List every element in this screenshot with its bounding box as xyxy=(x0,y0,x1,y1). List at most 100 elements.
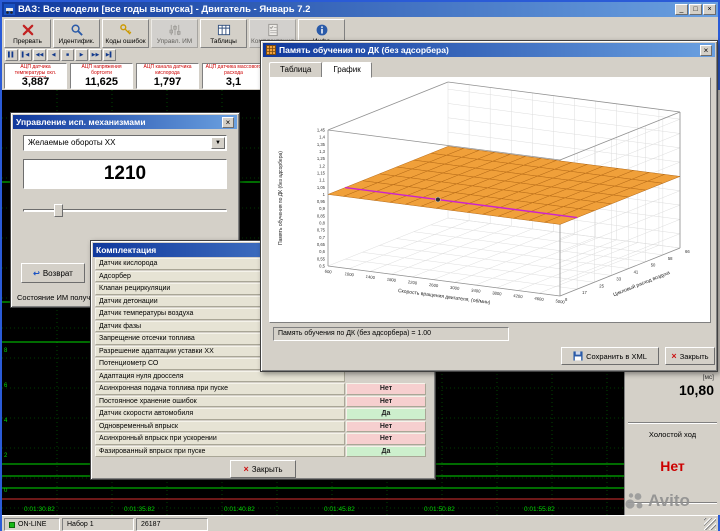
toolbar-button-error-codes[interactable]: Коды ошибок xyxy=(102,19,149,48)
toolbar-button-actuators[interactable]: Управл. ИМ xyxy=(151,19,198,48)
equipment-row-value: Нет xyxy=(346,396,426,408)
gauge-value: 1,797 xyxy=(137,77,198,88)
memory-tab-2[interactable]: График xyxy=(322,62,371,78)
window-title: ВАЗ: Все модели [все годы выпуска] - Дви… xyxy=(18,4,310,15)
svg-text:0:01:30.82: 0:01:30.82 xyxy=(24,506,55,513)
toolbar-button-label: Таблицы xyxy=(210,38,237,45)
rpm-slider[interactable] xyxy=(23,203,227,218)
actuator-select[interactable]: Желаемые обороты ХХ ▼ xyxy=(23,135,227,151)
connection-status: ON-LINE xyxy=(18,519,46,530)
play-back-button[interactable]: ◀ xyxy=(47,49,60,61)
memory-tab-1[interactable]: Таблица xyxy=(269,62,322,78)
toolbar-button-stop[interactable]: Прервать xyxy=(4,19,51,48)
svg-text:0,95: 0,95 xyxy=(317,199,326,204)
svg-text:1,1: 1,1 xyxy=(319,178,325,183)
svg-text:33: 33 xyxy=(616,276,621,281)
svg-text:0,9: 0,9 xyxy=(319,206,325,211)
stop-icon xyxy=(21,23,35,37)
fast-forward-button[interactable]: ▶▶ xyxy=(89,49,102,61)
memory-dialog-close-button[interactable]: × xyxy=(700,45,712,56)
minimize-button[interactable]: _ xyxy=(675,4,688,15)
svg-text:58: 58 xyxy=(668,256,673,261)
equipment-row-value: Нет xyxy=(346,383,426,395)
toolbar-button-label: Коды ошибок xyxy=(105,38,145,45)
svg-text:25: 25 xyxy=(599,283,604,288)
learning-memory-3d-chart: 0,50,550,60,650,70,750,80,850,90,9511,05… xyxy=(270,78,712,324)
return-arrow-icon: ↩ xyxy=(33,269,40,278)
slider-thumb[interactable] xyxy=(54,204,63,217)
toolbar-button-tables[interactable]: Таблицы xyxy=(200,19,247,48)
dataset-label: Набор 1 xyxy=(67,519,94,530)
pause-button[interactable]: ▌▌ xyxy=(5,49,18,61)
equipment-row: Асинхронная подача топлива при пускеНет xyxy=(95,383,426,395)
gauge-value: 11,625 xyxy=(71,77,132,88)
target-rpm-display: 1210 xyxy=(23,159,227,189)
svg-text:4: 4 xyxy=(4,418,8,424)
play-button[interactable]: ▶ xyxy=(75,49,88,61)
memory-close-label: Закрыть xyxy=(680,352,709,361)
save-xml-button[interactable]: Сохранить в XML xyxy=(561,347,659,365)
svg-text:1,2: 1,2 xyxy=(319,163,325,168)
svg-text:8: 8 xyxy=(565,297,568,302)
step-to-end-button[interactable]: ▶▌ xyxy=(103,49,116,61)
watermark-text: Avito xyxy=(648,491,690,511)
gauge-row: АЦП датчика температуры охл. жидкости3,8… xyxy=(4,63,265,89)
toolbar-button-identify[interactable]: Идентифик. xyxy=(53,19,100,48)
svg-text:1,3: 1,3 xyxy=(319,149,325,154)
avito-logo-icon xyxy=(624,491,644,511)
transport-bar: ▌▌▌◀◀◀◀■▶▶▶▶▌ xyxy=(5,49,116,61)
equipment-row: Асинхронный впрыск при ускоренииНет xyxy=(95,433,426,445)
resize-grip[interactable] xyxy=(704,518,716,530)
equipment-row-value: Да xyxy=(346,446,426,458)
rewind-button[interactable]: ◀◀ xyxy=(33,49,46,61)
svg-text:50: 50 xyxy=(651,263,656,268)
maximize-button[interactable]: □ xyxy=(689,4,702,15)
svg-text:41: 41 xyxy=(634,270,639,275)
svg-text:1,35: 1,35 xyxy=(317,142,326,147)
svg-text:3800: 3800 xyxy=(492,290,503,296)
svg-text:0,6: 0,6 xyxy=(319,249,325,254)
svg-text:0,65: 0,65 xyxy=(317,242,326,247)
close-icon: × xyxy=(243,464,248,474)
svg-text:4600: 4600 xyxy=(534,296,545,302)
equipment-row: Одновременный впрыскНет xyxy=(95,421,426,433)
return-button[interactable]: ↩ Возврат xyxy=(21,263,85,283)
equipment-row-label: Асинхронная подача топлива при пуске xyxy=(95,383,345,395)
svg-text:0:01:55.82: 0:01:55.82 xyxy=(524,506,555,513)
identify-icon xyxy=(70,23,84,37)
memory-dialog-titlebar: Память обучения по ДК (без адсорбера) × xyxy=(263,43,715,57)
actuator-select-value: Желаемые обороты ХХ xyxy=(28,138,115,147)
actuator-dialog-close-button[interactable]: × xyxy=(222,117,234,128)
equipment-close-button[interactable]: × Закрыть xyxy=(230,460,296,478)
equipment-row-label: Адаптация нуля дросселя xyxy=(95,371,345,383)
equipment-row: Датчик скорости автомобиляДа xyxy=(95,408,426,420)
equipment-row-label: Постоянное хранение ошибок xyxy=(95,396,345,408)
svg-text:4200: 4200 xyxy=(513,293,524,299)
step-to-start-button[interactable]: ▌◀ xyxy=(19,49,32,61)
equipment-row: Адаптация нуля дросселя xyxy=(95,371,426,383)
svg-text:8: 8 xyxy=(4,348,8,354)
svg-text:0: 0 xyxy=(4,488,8,494)
dialog-learning-memory: Память обучения по ДК (без адсорбера) × … xyxy=(260,40,718,372)
svg-text:1400: 1400 xyxy=(365,274,376,280)
adc-gauge-2: АЦП напряжения бортсети11,625 xyxy=(70,63,133,89)
window-controls: _ □ × xyxy=(675,4,716,15)
svg-text:Цикловый расход воздуха: Цикловый расход воздуха xyxy=(612,269,671,298)
chevron-down-icon[interactable]: ▼ xyxy=(211,137,225,149)
adc-gauge-1: АЦП датчика температуры охл. жидкости3,8… xyxy=(4,63,67,89)
svg-text:0,55: 0,55 xyxy=(317,256,326,261)
status-bar: ON-LINE Набор 1 26187 xyxy=(2,515,718,531)
svg-text:1,45: 1,45 xyxy=(317,128,326,133)
adc-gauge-3: АЦП канала датчика кислорода1,797 xyxy=(136,63,199,89)
svg-text:3000: 3000 xyxy=(450,285,461,291)
toolbar-button-label: Идентифик. xyxy=(59,38,95,45)
equipment-row-value: Нет xyxy=(346,433,426,445)
injection-value: 10,80 xyxy=(679,382,714,398)
equipment-row-label: Асинхронный впрыск при ускорении xyxy=(95,433,345,445)
memory-close-button[interactable]: × Закрыть xyxy=(665,347,715,365)
stop-button[interactable]: ■ xyxy=(61,49,74,61)
svg-text:2200: 2200 xyxy=(408,279,419,285)
window-titlebar: ВАЗ: Все модели [все годы выпуска] - Дви… xyxy=(2,2,718,17)
svg-text:1,25: 1,25 xyxy=(317,156,326,161)
close-button[interactable]: × xyxy=(703,4,716,15)
